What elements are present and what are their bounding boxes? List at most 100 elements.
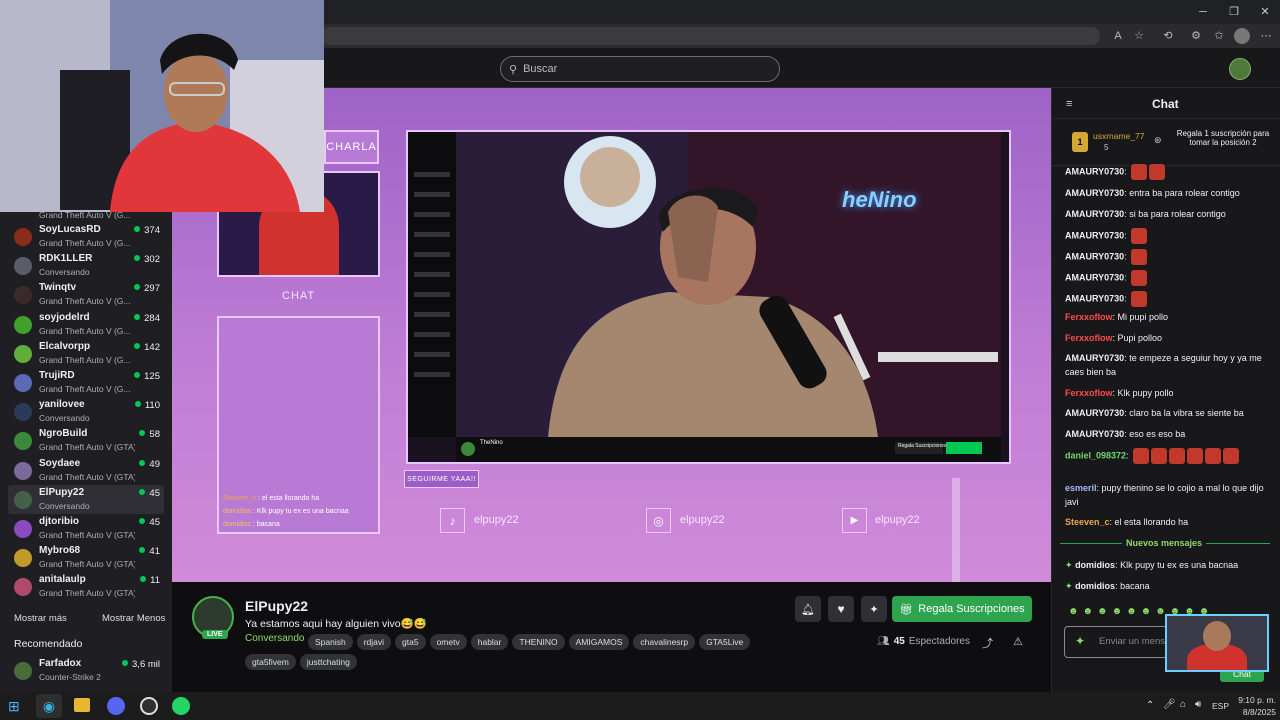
sidebar-channel-item[interactable]: yanilovee Conversando 110: [8, 397, 164, 426]
discord-icon[interactable]: [107, 697, 125, 715]
chat-username[interactable]: Ferxxoflow: [1065, 312, 1113, 322]
sidebar-channel-item[interactable]: RDK1LLER Conversando 302: [8, 251, 164, 280]
sidebar-channel-item[interactable]: NgroBuild Grand Theft Auto V (GTA) 58: [8, 426, 164, 455]
chat-username[interactable]: AMAURY0730: [1065, 251, 1124, 261]
recommended-item[interactable]: Farfadox Counter-Strike 2 3,6 mil: [8, 656, 164, 685]
chat-message: AMAURY0730:: [1065, 249, 1275, 265]
instagram-handle: elpupy22: [680, 514, 725, 526]
language-indicator[interactable]: ESP: [1212, 701, 1229, 711]
stream-tag[interactable]: chavalinesrp: [633, 634, 696, 650]
chat-username[interactable]: Steeven_c: [1065, 517, 1110, 527]
stream-tag[interactable]: gta5: [395, 634, 426, 650]
stream-tag[interactable]: AMIGAMOS: [568, 634, 630, 650]
favorites-icon[interactable]: ✩: [1211, 28, 1227, 44]
streamer-mini-cam: [1165, 614, 1269, 672]
collapse-chat-icon[interactable]: ≡: [1066, 98, 1072, 110]
chat-username[interactable]: AMAURY0730: [1065, 429, 1124, 439]
chat-username[interactable]: domidios: [1075, 581, 1115, 591]
read-aloud-icon[interactable]: A: [1110, 28, 1126, 44]
viewer-label: Espectadores: [908, 636, 970, 647]
chat-username[interactable]: esmeril: [1065, 483, 1097, 493]
heart-icon[interactable]: ♥: [828, 596, 854, 622]
star-icon[interactable]: ☆: [1131, 28, 1147, 44]
minimize-icon[interactable]: ─: [1195, 4, 1211, 20]
chat-username[interactable]: AMAURY0730: [1065, 408, 1124, 418]
show-more-link[interactable]: Mostrar más: [14, 613, 67, 624]
sparkle-icon[interactable]: ✦: [861, 596, 887, 622]
profile-icon[interactable]: [1234, 28, 1250, 44]
sidebar-channel-item[interactable]: Elcalvorpp Grand Theft Auto V (G... 142: [8, 339, 164, 368]
stream-tag[interactable]: ometv: [429, 634, 467, 650]
chat-message: Ferxxoflow: Pupi polloo: [1065, 333, 1163, 343]
chat-username[interactable]: AMAURY0730: [1065, 209, 1124, 219]
obs-icon[interactable]: [140, 697, 158, 715]
report-icon[interactable]: ⚠: [1013, 635, 1023, 648]
user-avatar[interactable]: [1229, 58, 1251, 80]
chat-username[interactable]: AMAURY0730: [1065, 353, 1124, 363]
chat-username[interactable]: domidios: [1075, 560, 1115, 570]
viewer-count: 374: [134, 225, 160, 236]
whatsapp-icon[interactable]: [172, 697, 190, 715]
chat-username[interactable]: AMAURY0730: [1065, 293, 1124, 303]
close-icon[interactable]: ✕: [1257, 4, 1273, 20]
stream-tag[interactable]: hablar: [470, 634, 509, 650]
share-icon[interactable]: ⤴: [982, 635, 993, 651]
stream-title: Ya estamos aqui hay alguien vivo😅😅: [245, 618, 427, 630]
stream-tag[interactable]: GTA5Live: [699, 634, 751, 650]
charla-label: CHARLA: [324, 130, 379, 164]
channel-name[interactable]: ElPupy22: [245, 598, 308, 614]
stream-tag[interactable]: gta5fivem: [245, 654, 296, 670]
sparkle-icon: ✦: [1065, 560, 1073, 570]
channel-game: Grand Theft Auto V (G...: [39, 296, 131, 307]
tray-chevron-icon[interactable]: ⌃: [1146, 700, 1154, 711]
file-explorer-icon[interactable]: [74, 698, 90, 712]
stream-tag[interactable]: Spanish: [308, 634, 353, 650]
notification-bell-icon[interactable]: 🔔︎: [795, 596, 821, 622]
avatar: [14, 403, 32, 422]
sidebar-channel-item[interactable]: anitalaulp Grand Theft Auto V (GTA) 11: [8, 572, 164, 601]
extensions-icon[interactable]: ⟲: [1160, 28, 1176, 44]
chat-text: Pupi polloo: [1117, 333, 1163, 343]
leader-rank: 1: [1072, 132, 1088, 152]
chat-username[interactable]: AMAURY0730: [1065, 166, 1124, 176]
clock-time[interactable]: 9:10 p. m.: [1236, 695, 1276, 705]
overlay-chat-line: Steeven_c : el esta llorando ha: [223, 492, 378, 505]
sidebar-channel-item[interactable]: Mybro68 Grand Theft Auto V (GTA) 41: [8, 543, 164, 572]
sidebar-channel-item[interactable]: djtoribio Grand Theft Auto V (GTA) 45: [8, 514, 164, 543]
sidebar-channel-item[interactable]: SoyLucasRD Grand Theft Auto V (G... 374: [8, 222, 164, 251]
chat-username[interactable]: AMAURY0730: [1065, 272, 1124, 282]
channel-game: Grand Theft Auto V (G...: [39, 238, 131, 248]
viewer-count: 3,6 mil: [122, 659, 160, 670]
chat-username[interactable]: daniel_098372: [1065, 450, 1126, 460]
edge-icon[interactable]: ◉: [36, 694, 62, 718]
clock-date[interactable]: 8/8/2025: [1236, 707, 1276, 717]
windows-start-icon[interactable]: ⊞: [8, 698, 24, 714]
more-icon[interactable]: ⋯: [1258, 28, 1274, 44]
chat-username[interactable]: AMAURY0730: [1065, 188, 1124, 198]
address-field[interactable]: [320, 27, 1100, 45]
stream-category[interactable]: Conversando: [245, 633, 304, 644]
chat-text: Klk pupy pollo: [1117, 388, 1174, 398]
network-icon[interactable]: ⌂: [1180, 699, 1186, 710]
stream-tag[interactable]: rdjavi: [356, 634, 392, 650]
gift-subs-button[interactable]: 🎁︎ Regala Suscripciones: [892, 596, 1032, 622]
search-input[interactable]: ⚲ Buscar: [500, 56, 780, 82]
chat-username[interactable]: AMAURY0730: [1065, 230, 1124, 240]
volume-icon[interactable]: 🔊︎: [1195, 699, 1201, 710]
sidebar-channel-item[interactable]: ElPupy22 Conversando 45: [8, 484, 164, 514]
channel-game: Grand Theft Auto V (GTA): [39, 588, 135, 599]
microphone-icon[interactable]: 🎤︎: [1163, 699, 1176, 710]
performance-icon[interactable]: ⚙: [1188, 28, 1204, 44]
sidebar-channel-item[interactable]: soyjodelrd Grand Theft Auto V (G... 284: [8, 310, 164, 339]
maximize-icon[interactable]: ❐: [1226, 4, 1242, 20]
gift-prompt[interactable]: Regala 1 suscripción para tomar la posic…: [1168, 129, 1278, 147]
show-less-link[interactable]: Mostrar Menos: [102, 613, 165, 624]
stream-tag[interactable]: justtchating: [299, 654, 357, 670]
viewer-count: 45: [139, 488, 160, 499]
stream-tag[interactable]: THENINO: [512, 634, 565, 650]
sidebar-channel-item[interactable]: TrujiRD Grand Theft Auto V (G... 125: [8, 368, 164, 397]
chat-username[interactable]: Ferxxoflow: [1065, 333, 1113, 343]
chat-username[interactable]: Ferxxoflow: [1065, 388, 1113, 398]
sidebar-channel-item[interactable]: Soydaee Grand Theft Auto V (GTA) 49: [8, 456, 164, 485]
sidebar-channel-item[interactable]: Twinqtv Grand Theft Auto V (G... 297: [8, 280, 164, 309]
